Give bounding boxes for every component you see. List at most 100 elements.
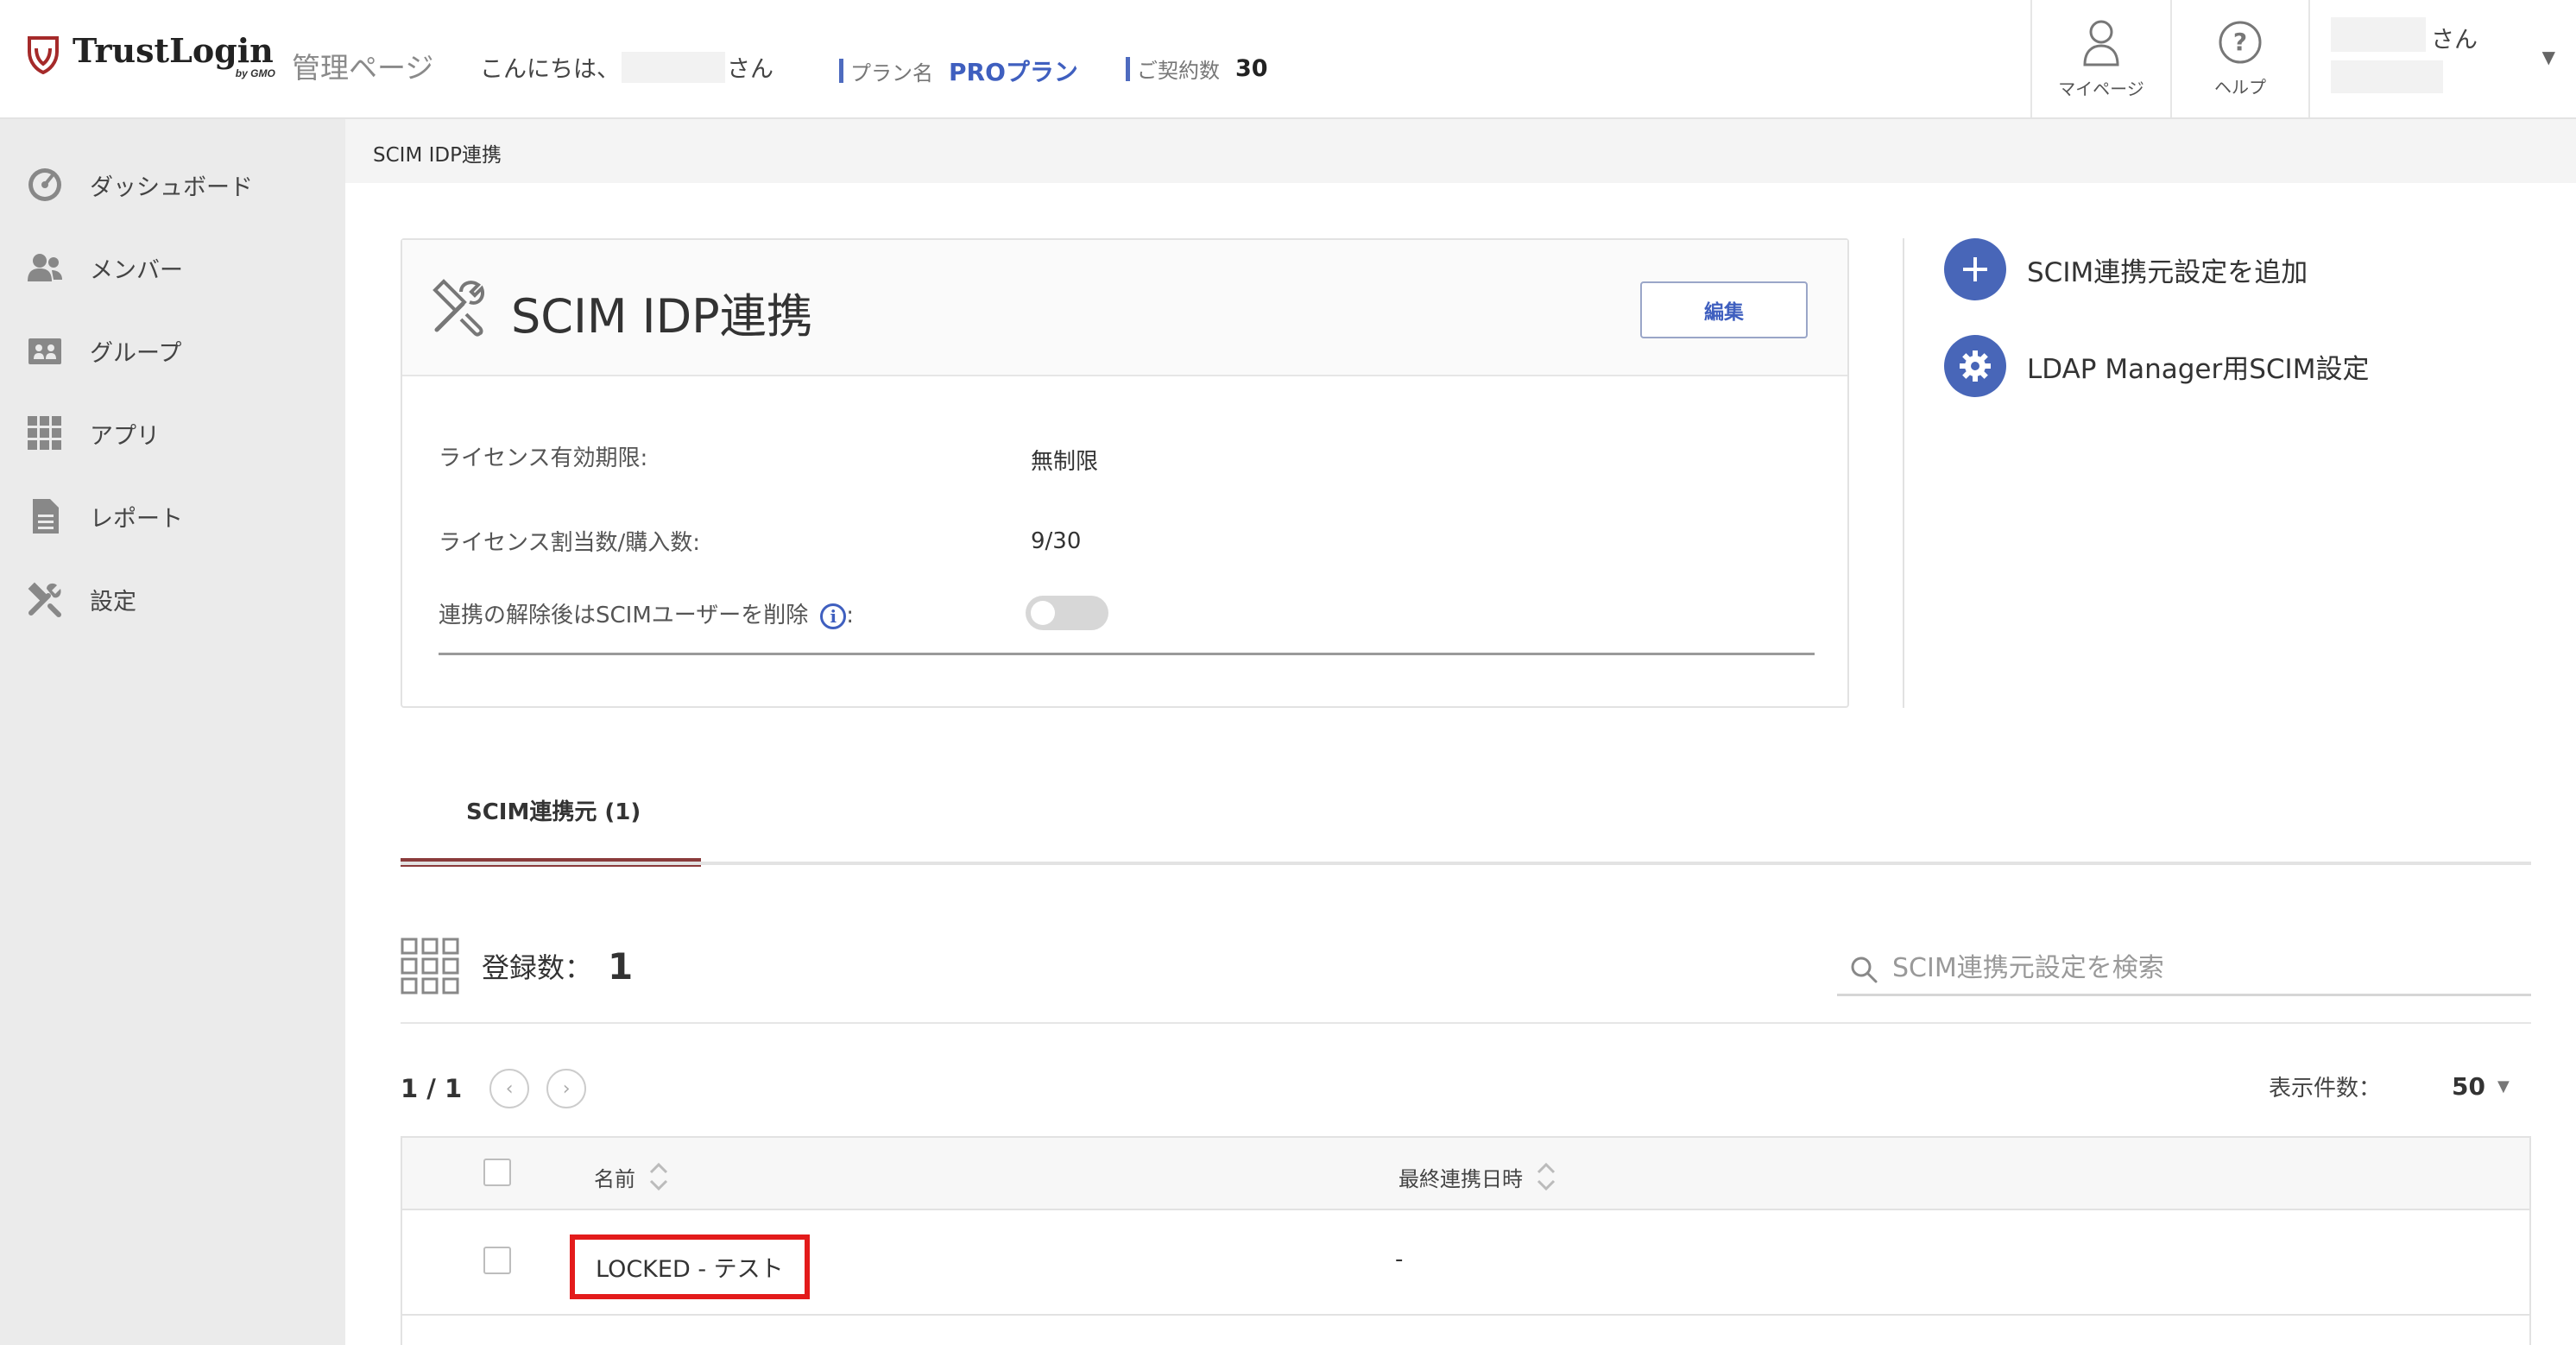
license-expiry-label: ライセンス有効期限: xyxy=(439,445,648,471)
delete-after-unlink-colon: : xyxy=(846,603,855,628)
divider xyxy=(401,1022,2531,1024)
gear-icon xyxy=(1944,335,2006,397)
sort-icon xyxy=(1537,1162,1556,1191)
help-button[interactable]: ? ヘルプ xyxy=(2170,0,2308,117)
info-icon[interactable]: i xyxy=(820,603,847,629)
sidebar-item-label: レポート xyxy=(90,505,183,533)
column-header-name[interactable]: 名前 xyxy=(594,1160,670,1193)
panel-title: SCIM IDP連携 xyxy=(511,289,813,344)
chevron-right-icon: › xyxy=(562,1077,571,1100)
breadcrumb: SCIM IDP連携 xyxy=(373,144,502,167)
person-icon xyxy=(2083,20,2119,66)
chevron-left-icon: ‹ xyxy=(505,1077,514,1100)
license-alloc-label: ライセンス割当数/購入数: xyxy=(439,530,700,556)
report-icon xyxy=(33,499,59,534)
sidebar-item-reports[interactable]: レポート xyxy=(26,490,183,542)
greeting: こんにちは、 さん xyxy=(480,50,773,84)
license-expiry-value: 無制限 xyxy=(1031,449,1099,475)
breadcrumb-bar: SCIM IDP連携 xyxy=(345,119,2576,183)
next-page-button[interactable]: › xyxy=(546,1069,587,1108)
sidebar: ダッシュボード メンバー グループ アプリ レポート 設定 xyxy=(0,119,345,1345)
scim-idp-panel: SCIM IDP連携 編集 ライセンス有効期限: 無制限 ライセンス割当数/購入… xyxy=(401,238,1849,708)
sidebar-item-label: メンバー xyxy=(90,256,183,284)
plan-label: プラン名 xyxy=(850,60,933,85)
svg-text:?: ? xyxy=(2233,28,2247,56)
plan-value: PROプラン xyxy=(949,58,1078,86)
contract-label: ご契約数 xyxy=(1137,59,1220,83)
registry-count: 登録数： 1 xyxy=(401,938,633,995)
tab-label: SCIM連携元 (1) xyxy=(466,799,641,825)
plan-accent-bar xyxy=(839,59,843,83)
sidebar-item-label: 設定 xyxy=(90,588,136,616)
search-icon xyxy=(1851,957,1878,983)
delete-after-unlink-toggle[interactable] xyxy=(1026,596,1108,630)
sidebar-item-dashboard[interactable]: ダッシュボード xyxy=(26,159,253,211)
user-menu-button[interactable]: さん ▼ xyxy=(2308,0,2576,117)
sidebar-item-label: グループ xyxy=(90,339,182,367)
group-icon xyxy=(28,338,61,364)
top-header: TrustLogin by GMO 管理ページ こんにちは、 さん プラン名 P… xyxy=(0,0,2576,119)
trustlogin-logo[interactable]: TrustLogin by GMO xyxy=(26,31,275,79)
panel-header: SCIM IDP連携 編集 xyxy=(402,240,1847,376)
per-page-selector[interactable]: 表示件数： 50 ▼ xyxy=(2269,1070,2510,1102)
column-header-label: 最終連携日時 xyxy=(1398,1166,1523,1191)
caret-down-icon: ▼ xyxy=(2497,1077,2510,1096)
count-value: 1 xyxy=(608,944,634,988)
count-label: 登録数： xyxy=(482,951,593,984)
search-box xyxy=(1837,943,2531,996)
per-page-value: 50 xyxy=(2452,1072,2485,1101)
sidebar-item-apps[interactable]: アプリ xyxy=(26,407,160,459)
help-label: ヘルプ xyxy=(2214,76,2266,98)
question-circle-icon: ? xyxy=(2219,21,2262,63)
delete-after-unlink-row: 連携の解除後はSCIMユーザーを削除 i: xyxy=(439,597,854,629)
sort-icon xyxy=(649,1162,668,1191)
divider xyxy=(439,653,1815,655)
logo-text: TrustLogin xyxy=(73,31,274,70)
delete-after-unlink-label: 連携の解除後はSCIMユーザーを削除 xyxy=(439,603,809,628)
shield-logo-icon xyxy=(28,36,59,74)
plus-icon xyxy=(1944,238,2006,300)
mypage-label: マイページ xyxy=(2058,78,2144,99)
redacted-user-org xyxy=(2331,60,2443,93)
contract-value: 30 xyxy=(1235,55,1268,82)
admin-page-title: 管理ページ xyxy=(292,51,434,85)
row-checkbox[interactable] xyxy=(483,1247,511,1274)
settings-tools-icon xyxy=(28,582,61,617)
column-header-last-sync[interactable]: 最終連携日時 xyxy=(1398,1160,1557,1193)
sidebar-item-members[interactable]: メンバー xyxy=(26,242,183,294)
prev-page-button[interactable]: ‹ xyxy=(489,1069,530,1108)
page-indicator: 1 / 1 xyxy=(401,1074,463,1103)
row-name-link[interactable]: LOCKED - テスト xyxy=(570,1234,810,1299)
column-header-label: 名前 xyxy=(594,1166,635,1191)
ldap-manager-scim-button[interactable]: LDAP Manager用SCIM設定 xyxy=(1944,335,2369,397)
add-scim-source-button[interactable]: SCIM連携元設定を追加 xyxy=(1944,238,2308,300)
tab-track xyxy=(401,862,2531,865)
contract-info: ご契約数 30 xyxy=(1126,54,1268,84)
ldap-manager-scim-label: LDAP Manager用SCIM設定 xyxy=(2027,353,2370,385)
edit-button[interactable]: 編集 xyxy=(1640,281,1808,338)
greeting-suffix: さん xyxy=(727,56,773,83)
sidebar-item-groups[interactable]: グループ xyxy=(26,325,181,376)
select-all-checkbox[interactable] xyxy=(483,1159,511,1186)
license-alloc-value: 9/30 xyxy=(1031,528,1082,554)
search-input[interactable] xyxy=(1892,948,2514,988)
add-scim-source-label: SCIM連携元設定を追加 xyxy=(2027,256,2308,288)
caret-down-icon: ▼ xyxy=(2541,47,2555,67)
table-row[interactable]: LOCKED - テスト - xyxy=(402,1210,2529,1316)
tab-scim-sources[interactable]: SCIM連携元 (1) xyxy=(401,760,701,867)
grid-icon xyxy=(401,938,459,995)
contract-accent-bar xyxy=(1126,56,1130,81)
row-last-sync: - xyxy=(1395,1247,1404,1272)
scim-sources-table: 名前 最終連携日時 LOCKED - テスト - xyxy=(401,1136,2531,1345)
apps-grid-icon xyxy=(28,416,61,450)
pagination: 1 / 1 ‹ › xyxy=(401,1069,603,1108)
mypage-button[interactable]: マイページ xyxy=(2030,0,2170,117)
toggle-knob xyxy=(1031,601,1055,625)
tools-icon xyxy=(432,279,484,337)
sidebar-item-label: アプリ xyxy=(90,422,160,450)
greeting-prefix: こんにちは、 xyxy=(480,56,620,83)
vertical-divider xyxy=(1903,238,1904,708)
user-suffix: さん xyxy=(2431,27,2478,54)
dashboard-icon xyxy=(28,168,61,201)
sidebar-item-settings[interactable]: 設定 xyxy=(26,573,136,625)
